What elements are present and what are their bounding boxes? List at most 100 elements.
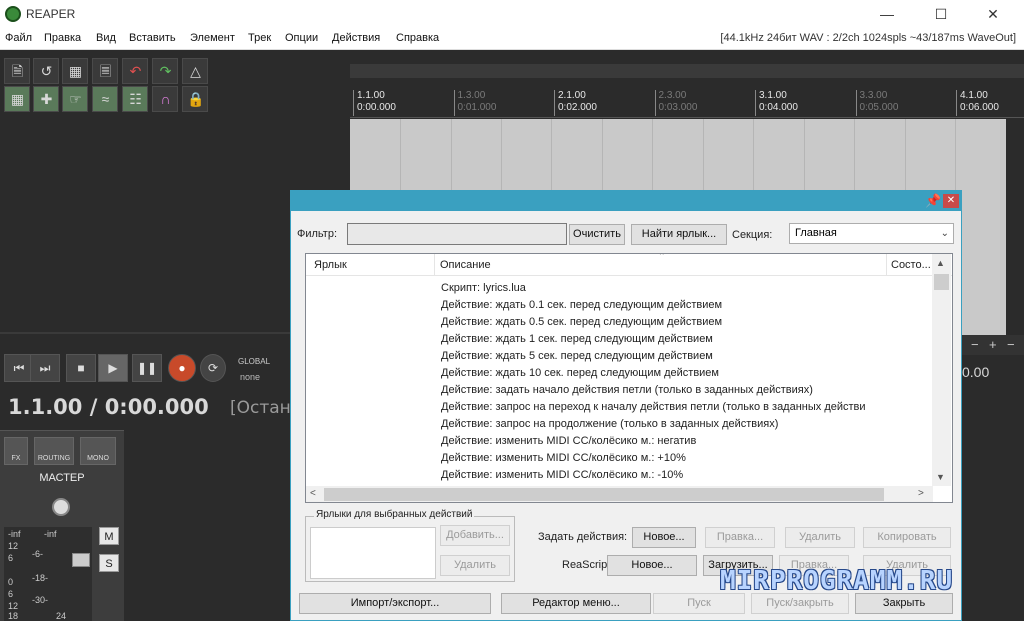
list-item[interactable]: Действие: ждать 10 сек. перед следующим … [441, 365, 931, 382]
lock-button[interactable]: 🔒 [182, 86, 208, 112]
save-project-button[interactable]: ▦ [62, 58, 88, 84]
position-display[interactable]: 1.1.00 / 0:00.000 [8, 395, 209, 419]
vertical-scrollbar[interactable]: ▲ ▼ [932, 254, 951, 486]
ruler-bar-label: 1.1.00 [357, 90, 385, 101]
delete-shortcut-button[interactable]: Удалить [440, 555, 510, 576]
scroll-down-icon[interactable]: ▼ [936, 472, 945, 482]
menu-editor-button[interactable]: Редактор меню... [501, 593, 651, 614]
magnet-button[interactable]: ∩ [152, 86, 178, 112]
pause-button[interactable]: ❚❚ [132, 354, 162, 382]
menu-edit[interactable]: Правка [44, 32, 81, 44]
envelope-lock-button[interactable]: ☷ [122, 86, 148, 112]
zoom-in-icon[interactable]: + [989, 337, 997, 352]
close-dialog-button[interactable]: Закрыть [855, 593, 953, 614]
list-item[interactable]: Действие: задать начало действия петли (… [441, 382, 931, 399]
minimize-button[interactable]: — [864, 0, 910, 28]
project-settings-button[interactable]: 🗏 [92, 58, 118, 84]
global-automation-value[interactable]: none [240, 372, 260, 382]
menu-help[interactable]: Справка [396, 32, 439, 44]
repeat-button[interactable]: ⟳ [200, 354, 226, 382]
list-item[interactable]: Действие: запрос на продолжение (только … [441, 416, 931, 433]
menu-actions[interactable]: Действия [332, 32, 380, 44]
list-item[interactable]: Действие: запрос на переход к началу дей… [441, 399, 931, 416]
menu-file[interactable]: Файл [5, 32, 32, 44]
new-action-button[interactable]: Новое... [632, 527, 696, 548]
routing-button[interactable]: ROUTING [34, 437, 74, 465]
scroll-up-icon[interactable]: ▲ [936, 258, 945, 268]
auto-crossfade-button[interactable]: ≈ [92, 86, 118, 112]
ruler-bar-label: 2.3.00 [658, 90, 687, 101]
go-to-end-button[interactable]: ⏭ [30, 354, 60, 382]
column-state[interactable]: Состо... [891, 259, 931, 271]
scroll-left-icon[interactable]: < [310, 488, 316, 499]
menu-options[interactable]: Опции [285, 32, 318, 44]
column-description[interactable]: Описание [440, 259, 491, 271]
maximize-button[interactable]: ☐ [918, 0, 964, 28]
list-item[interactable]: Действие: изменить MIDI CC/колёсико м.: … [441, 450, 931, 467]
scroll-bar-top[interactable] [350, 64, 1024, 78]
timeline-ruler[interactable]: 1.1.00 0:00.000 1.3.00 0:01.000 2.1.00 0:02.0… [350, 88, 1024, 118]
list-item[interactable]: Действие: ждать 1 сек. перед следующим д… [441, 331, 931, 348]
metronome-button[interactable]: △ [182, 58, 208, 84]
fx-button[interactable]: FX [4, 437, 28, 465]
snap-icon: ✚ [40, 91, 53, 107]
ripple-edit-button[interactable]: ☞ [62, 86, 88, 112]
grid-toggle-button[interactable]: ▦ [4, 86, 30, 112]
edit-action-button[interactable]: Правка... [705, 527, 775, 548]
copy-action-button[interactable]: Копировать [863, 527, 951, 548]
volume-knob[interactable] [52, 498, 70, 516]
section-dropdown[interactable]: Главная ⌄ [789, 223, 954, 244]
scroll-thumb-horizontal[interactable] [324, 488, 884, 501]
dialog-close-icon[interactable]: ✕ [943, 194, 959, 208]
close-window-button[interactable]: ✕ [970, 0, 1016, 28]
shortcuts-list[interactable] [310, 527, 436, 579]
open-project-button[interactable]: ↺ [33, 58, 59, 84]
stop-button[interactable]: ■ [66, 354, 96, 382]
lock-icon: 🔒 [187, 91, 205, 107]
volume-fader[interactable] [72, 553, 90, 567]
new-project-button[interactable]: 🗎 [4, 58, 30, 84]
ruler-mark: 1.3.00 0:01.000 [453, 90, 496, 116]
list-item[interactable]: Действие: ждать 0.1 сек. перед следующим… [441, 297, 931, 314]
find-shortcut-button[interactable]: Найти ярлык... [631, 224, 727, 245]
delete-action-button[interactable]: Удалить [785, 527, 855, 548]
dialog-title-bar[interactable]: 📌 ✕ [291, 191, 961, 211]
list-item[interactable]: Действие: ждать 0.5 сек. перед следующим… [441, 314, 931, 331]
zoom-out-icon[interactable]: − [1007, 337, 1015, 352]
menu-track[interactable]: Трек [248, 32, 271, 44]
add-shortcut-button[interactable]: Добавить... [440, 525, 510, 546]
title-bar: REAPER — ☐ ✕ [0, 0, 1024, 28]
clear-filter-button[interactable]: Очистить [569, 224, 625, 245]
menu-item[interactable]: Элемент [190, 32, 235, 44]
record-button[interactable]: ● [168, 354, 196, 382]
run-button[interactable]: Пуск [653, 593, 745, 614]
pin-icon[interactable]: 📌 [925, 193, 941, 209]
bpm-display[interactable]: 0.00 [962, 364, 989, 380]
column-divider[interactable] [434, 254, 435, 276]
reascript-new-button[interactable]: Новое... [607, 555, 697, 576]
list-item[interactable]: Действие: ждать 5 сек. перед следующим д… [441, 348, 931, 365]
list-item[interactable]: Скрипт: lyrics.lua [441, 280, 931, 297]
run-close-button[interactable]: Пуск/закрыть [751, 593, 849, 614]
horizontal-scrollbar[interactable]: < > [306, 486, 933, 502]
list-item[interactable]: Действие: изменить MIDI CC/колёсико м.: … [441, 433, 931, 450]
undo-button[interactable]: ↶ [122, 58, 148, 84]
scroll-right-icon[interactable]: > [918, 488, 924, 499]
scroll-thumb[interactable] [934, 274, 949, 290]
watermark-text: MIRPROGRAMM.RU [720, 566, 954, 596]
column-shortcut[interactable]: Ярлык [314, 259, 347, 271]
menu-view[interactable]: Вид [96, 32, 116, 44]
column-divider[interactable] [886, 254, 887, 276]
mute-button[interactable]: M [99, 527, 119, 545]
actions-list[interactable]: Ярлык Описание ⌃ Состо... Скрипт: lyrics… [305, 253, 953, 503]
zoom-out-icon[interactable]: − [971, 337, 979, 352]
snap-toggle-button[interactable]: ✚ [33, 86, 59, 112]
import-export-button[interactable]: Импорт/экспорт... [299, 593, 491, 614]
mono-button[interactable]: MONO [80, 437, 116, 465]
list-item[interactable]: Действие: изменить MIDI CC/колёсико м.: … [441, 467, 931, 484]
menu-insert[interactable]: Вставить [129, 32, 176, 44]
filter-input[interactable] [347, 223, 567, 245]
play-button[interactable]: ▶ [98, 354, 128, 382]
redo-button[interactable]: ↷ [152, 58, 178, 84]
solo-button[interactable]: S [99, 554, 119, 572]
